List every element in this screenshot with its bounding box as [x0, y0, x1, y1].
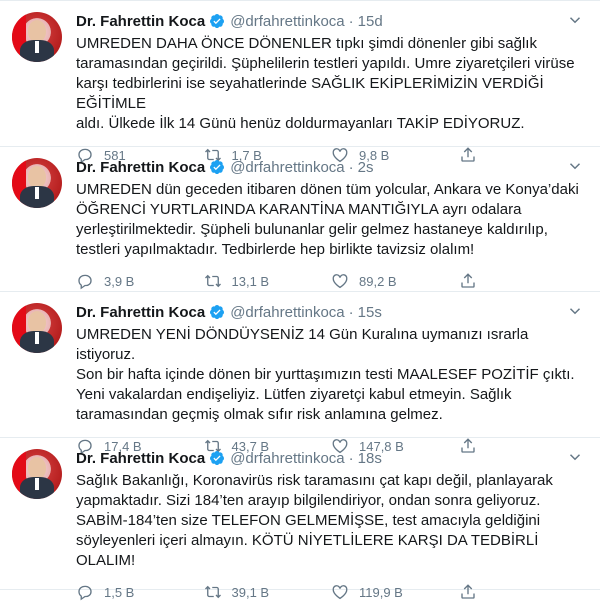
avatar[interactable]: [12, 158, 62, 208]
retweet-button[interactable]: 13,1 B: [204, 272, 332, 290]
author-handle[interactable]: @drfahrettinkoca: [230, 159, 344, 176]
tweet-header: Dr. Fahrettin Koca @drfahrettinkoca · 15…: [76, 302, 586, 322]
tweet[interactable]: Dr. Fahrettin Koca @drfahrettinkoca · 15…: [0, 292, 600, 455]
share-button[interactable]: [459, 583, 587, 601]
like-count: 89,2 B: [359, 273, 397, 289]
separator-dot: ·: [348, 158, 354, 176]
reply-button[interactable]: 1,5 B: [76, 583, 204, 601]
reply-button[interactable]: 3,9 B: [76, 272, 204, 290]
share-icon: [460, 273, 475, 288]
verified-badge-icon: [210, 451, 225, 465]
heart-icon: [332, 274, 348, 289]
like-button[interactable]: 119,9 B: [331, 583, 459, 601]
reply-icon: [78, 274, 92, 290]
timestamp[interactable]: 15s: [358, 304, 382, 321]
tweet-header: Dr. Fahrettin Koca @drfahrettinkoca · 15…: [76, 11, 586, 31]
tweet-header: Dr. Fahrettin Koca @drfahrettinkoca · 18…: [76, 448, 586, 468]
like-button[interactable]: 89,2 B: [331, 272, 459, 290]
reply-count: 1,5 B: [104, 584, 135, 600]
timestamp[interactable]: 2s: [358, 159, 374, 176]
author-name[interactable]: Dr. Fahrettin Koca: [76, 450, 205, 467]
tweet-text: UMREDEN DAHA ÖNCE DÖNENLER tıpkı şimdi d…: [76, 35, 575, 132]
author-handle[interactable]: @drfahrettinkoca: [230, 304, 344, 321]
verified-badge-icon: [210, 305, 225, 319]
reply-count: 3,9 B: [104, 273, 135, 289]
chevron-down-icon[interactable]: [566, 11, 584, 29]
tweet-header: Dr. Fahrettin Koca @drfahrettinkoca · 2s: [76, 157, 586, 177]
retweet-icon: [204, 585, 221, 599]
avatar[interactable]: [12, 303, 62, 353]
chevron-down-icon[interactable]: [566, 157, 584, 175]
timestamp[interactable]: 18s: [358, 450, 382, 467]
author-handle[interactable]: @drfahrettinkoca: [230, 13, 344, 30]
like-count: 119,9 B: [359, 584, 403, 600]
retweet-count: 39,1 B: [231, 584, 270, 600]
verified-badge-icon: [210, 14, 225, 28]
tweet[interactable]: Dr. Fahrettin Koca @drfahrettinkoca · 15…: [0, 0, 600, 164]
chevron-down-icon[interactable]: [566, 302, 584, 320]
retweet-count: 13,1 B: [231, 273, 270, 289]
tweet[interactable]: Dr. Fahrettin Koca @drfahrettinkoca · 2s…: [0, 147, 600, 292]
tweet-text: Sağlık Bakanlığı, Koronavirüs risk taram…: [76, 472, 553, 569]
heart-icon: [332, 585, 348, 600]
separator-dot: ·: [348, 303, 354, 321]
tweet-feed: Dr. Fahrettin Koca @drfahrettinkoca · 15…: [0, 0, 600, 601]
tweet-actions: 1,5 B 39,1 B 119,9 B: [76, 577, 586, 607]
verified-badge-icon: [210, 160, 225, 174]
reply-icon: [78, 585, 92, 601]
retweet-button[interactable]: 39,1 B: [204, 583, 332, 601]
avatar[interactable]: [12, 12, 62, 62]
tweet-text: UMREDEN dün geceden itibaren dönen tüm y…: [76, 181, 579, 258]
retweet-icon: [204, 274, 221, 288]
timestamp[interactable]: 15d: [358, 13, 383, 30]
tweet[interactable]: Dr. Fahrettin Koca @drfahrettinkoca · 18…: [0, 438, 600, 601]
tweet-text: UMREDEN YENİ DÖNDÜYSENİZ 14 Gün Kuralına…: [76, 326, 575, 423]
author-handle[interactable]: @drfahrettinkoca: [230, 450, 344, 467]
avatar[interactable]: [12, 449, 62, 499]
separator-dot: ·: [348, 12, 354, 30]
chevron-down-icon[interactable]: [566, 448, 584, 466]
share-button[interactable]: [459, 272, 587, 290]
author-name[interactable]: Dr. Fahrettin Koca: [76, 13, 205, 30]
share-icon: [460, 584, 475, 599]
author-name[interactable]: Dr. Fahrettin Koca: [76, 159, 205, 176]
author-name[interactable]: Dr. Fahrettin Koca: [76, 304, 205, 321]
separator-dot: ·: [348, 449, 354, 467]
